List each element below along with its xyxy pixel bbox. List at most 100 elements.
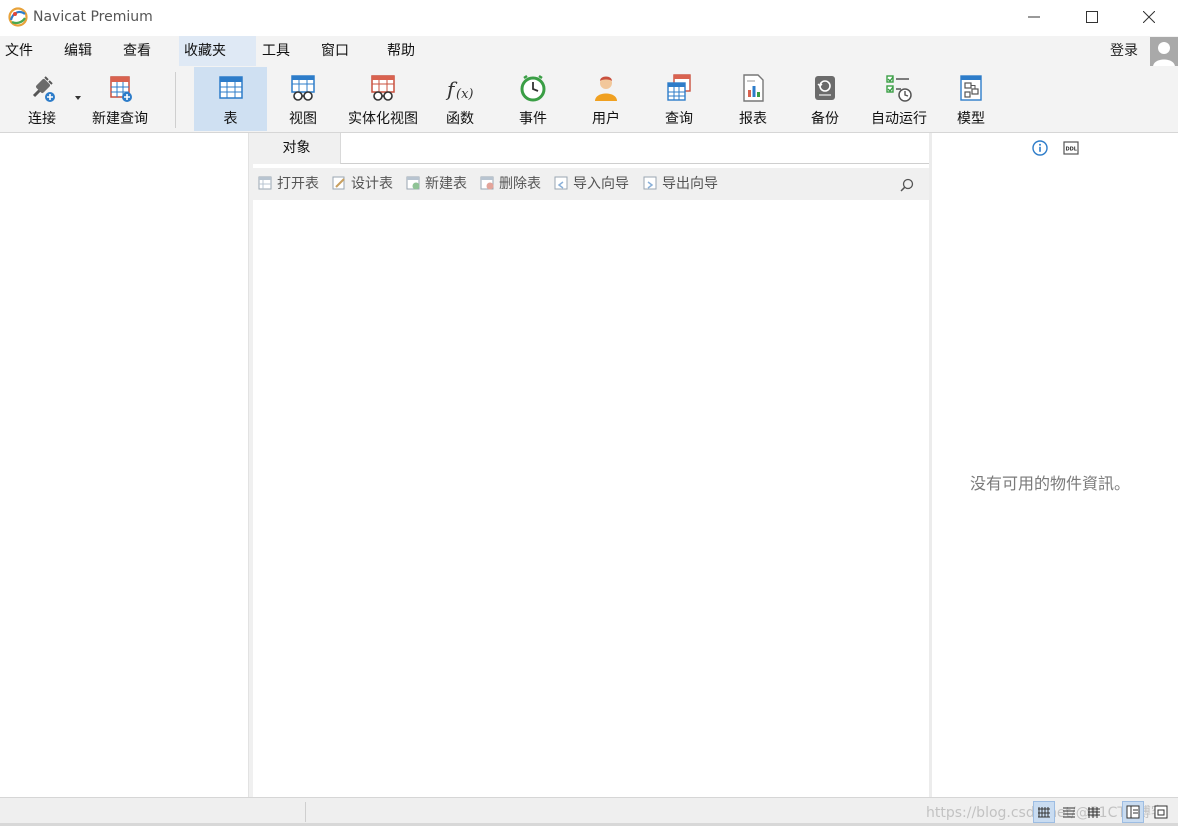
navicat-window: Navicat Premium 文件 编辑 查看 收藏夹 工具 窗口 帮助 登录 — [0, 0, 1178, 826]
maximize-button[interactable] — [1063, 0, 1121, 34]
function-fx-icon: f (x) — [445, 77, 473, 102]
connection-tree-panel[interactable] — [0, 133, 249, 797]
export-wizard-button[interactable]: 导出向导 — [643, 168, 718, 200]
menu-tools[interactable]: 工具 — [256, 36, 314, 66]
open-table-button[interactable]: 打开表 — [258, 168, 319, 200]
menu-help[interactable]: 帮助 — [382, 36, 440, 66]
new-table-label: 新建表 — [425, 176, 467, 192]
toolbar-report-label: 报表 — [739, 111, 767, 127]
toolbar-user-label: 用户 — [592, 111, 620, 127]
maximize-icon — [1086, 11, 1098, 23]
toolbar-new-query-button[interactable]: 新建查询 — [84, 67, 156, 131]
automation-icon — [886, 75, 912, 102]
report-icon — [743, 74, 764, 102]
ddl-icon[interactable]: DDL — [1063, 140, 1079, 156]
info-pane-button[interactable] — [1122, 801, 1144, 823]
info-icon[interactable] — [1032, 140, 1048, 156]
detail-view-icon — [1088, 807, 1100, 818]
design-table-icon — [332, 176, 345, 190]
main-toolbar: 连接 新建查询 表 视图 实体化视图 f (x) 函数 事件 用户 查询 报表 … — [0, 66, 1178, 133]
delete-table-icon — [480, 176, 494, 190]
object-panel: 对象 打开表 设计表 新建表 删除表 导入向导 导出向导 — [253, 133, 929, 797]
info-panel: DDL 没有可用的物件資訊。 — [932, 133, 1178, 797]
menu-bar: 文件 编辑 查看 收藏夹 工具 窗口 帮助 登录 — [0, 36, 1178, 66]
object-tab-area — [340, 133, 929, 164]
tab-objects[interactable]: 对象 — [253, 133, 340, 164]
no-info-message: 没有可用的物件資訊。 — [970, 474, 1131, 493]
toolbar-function-label: 函数 — [446, 111, 474, 127]
toolbar-table-button[interactable]: 表 — [194, 67, 267, 131]
svg-text:DDL: DDL — [1066, 147, 1078, 153]
toolbar-model-label: 模型 — [957, 111, 985, 127]
toolbar-view-button[interactable]: 视图 — [270, 67, 336, 131]
backup-icon — [815, 76, 835, 100]
info-pane-icon — [1126, 805, 1140, 819]
grid-view-button[interactable] — [1033, 801, 1055, 823]
toolbar-user-button[interactable]: 用户 — [575, 67, 637, 131]
toolbar-separator — [175, 72, 176, 128]
preview-pane-button[interactable] — [1150, 801, 1172, 823]
design-table-label: 设计表 — [351, 176, 393, 192]
toolbar-query-label: 查询 — [665, 111, 693, 127]
toolbar-backup-label: 备份 — [811, 111, 839, 127]
menu-view[interactable]: 查看 — [117, 36, 175, 66]
status-divider — [305, 802, 306, 822]
app-title: Navicat Premium — [33, 9, 153, 25]
export-wizard-label: 导出向导 — [662, 176, 718, 192]
avatar[interactable] — [1150, 37, 1178, 67]
toolbar-automation-label: 自动运行 — [871, 111, 927, 127]
toolbar-event-button[interactable]: 事件 — [502, 67, 564, 131]
list-view-button[interactable] — [1058, 801, 1080, 823]
design-table-button[interactable]: 设计表 — [332, 168, 393, 200]
toolbar-backup-button[interactable]: 备份 — [795, 67, 855, 131]
object-tab-bar: 对象 — [253, 133, 929, 164]
new-query-icon — [110, 76, 132, 102]
toolbar-report-button[interactable]: 报表 — [722, 67, 784, 131]
svg-text:(x): (x) — [456, 87, 473, 102]
toolbar-model-button[interactable]: 模型 — [942, 67, 1000, 131]
toolbar-new-query-label: 新建查询 — [92, 111, 148, 127]
login-link[interactable]: 登录 — [1110, 36, 1138, 66]
object-list-area[interactable] — [253, 200, 929, 797]
toolbar-table-label: 表 — [223, 111, 238, 127]
menu-window[interactable]: 窗口 — [316, 36, 378, 66]
list-view-icon — [1063, 807, 1075, 818]
model-icon — [960, 75, 982, 101]
menu-edit[interactable]: 编辑 — [58, 36, 114, 66]
title-bar: Navicat Premium — [0, 0, 1178, 36]
status-bar: https://blog.csdn.net/@51CTO博客 — [0, 797, 1178, 826]
search-icon[interactable] — [899, 177, 915, 193]
import-wizard-icon — [554, 176, 568, 190]
open-table-label: 打开表 — [277, 176, 319, 192]
toolbar-materialized-view-label: 实体化视图 — [348, 111, 418, 127]
minimize-button[interactable] — [1005, 0, 1063, 34]
new-table-button[interactable]: 新建表 — [406, 168, 467, 200]
new-table-icon — [406, 176, 420, 190]
delete-table-label: 删除表 — [499, 176, 541, 192]
menu-favorites[interactable]: 收藏夹 — [179, 36, 256, 66]
grid-view-icon — [1038, 807, 1050, 818]
user-avatar-icon — [1153, 42, 1175, 67]
import-wizard-button[interactable]: 导入向导 — [554, 168, 629, 200]
import-wizard-label: 导入向导 — [573, 176, 629, 192]
toolbar-automation-button[interactable]: 自动运行 — [864, 67, 934, 131]
export-wizard-icon — [643, 176, 657, 190]
delete-table-button[interactable]: 删除表 — [480, 168, 541, 200]
preview-pane-icon — [1154, 805, 1168, 819]
menu-file[interactable]: 文件 — [0, 36, 52, 66]
connection-plug-icon — [32, 76, 55, 102]
navicat-logo-icon — [8, 7, 28, 27]
minimize-icon — [1028, 16, 1040, 18]
close-button[interactable] — [1120, 0, 1178, 34]
connection-dropdown-arrow-icon[interactable] — [75, 96, 81, 100]
toolbar-query-button[interactable]: 查询 — [648, 67, 710, 131]
materialized-view-icon — [371, 75, 395, 101]
toolbar-materialized-view-button[interactable]: 实体化视图 — [342, 67, 424, 131]
open-table-icon — [258, 176, 272, 190]
view-glasses-icon — [291, 75, 315, 101]
object-toolbar: 打开表 设计表 新建表 删除表 导入向导 导出向导 — [253, 168, 929, 200]
toolbar-connection-button[interactable]: 连接 — [8, 67, 76, 131]
toolbar-function-button[interactable]: f (x) 函数 — [430, 67, 490, 131]
user-icon — [595, 76, 617, 101]
detail-view-button[interactable] — [1083, 801, 1105, 823]
